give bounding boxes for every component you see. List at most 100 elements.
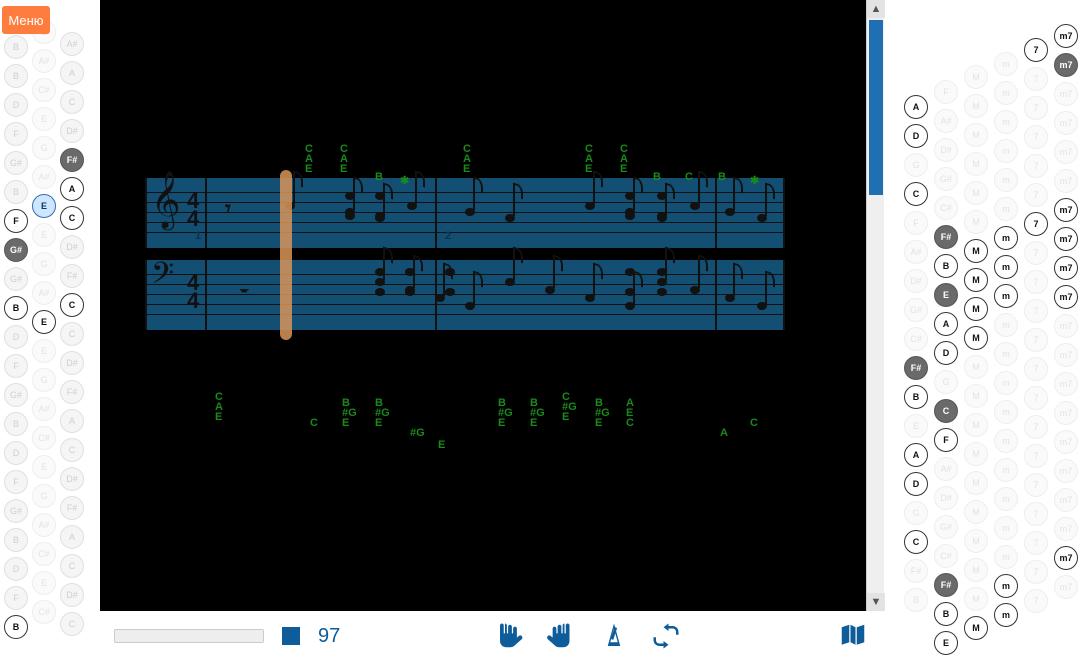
keyboard-key[interactable]: 7 [1024, 183, 1048, 207]
keyboard-key[interactable]: m [994, 284, 1018, 308]
keyboard-key[interactable]: 7 [1024, 531, 1048, 555]
keyboard-key[interactable]: B [4, 35, 28, 59]
keyboard-key[interactable]: G# [4, 151, 28, 175]
keyboard-key[interactable]: M [964, 268, 988, 292]
keyboard-key[interactable]: 7 [1024, 386, 1048, 410]
keyboard-key[interactable]: m7 [1054, 517, 1078, 541]
keyboard-key[interactable]: M [964, 616, 988, 640]
keyboard-key[interactable]: M [964, 529, 988, 553]
keyboard-key[interactable]: A# [934, 457, 958, 481]
keyboard-key[interactable]: B [4, 64, 28, 88]
keyboard-key[interactable]: m7 [1054, 575, 1078, 599]
keyboard-key[interactable]: D [4, 441, 28, 465]
keyboard-key[interactable]: G# [4, 238, 28, 262]
keyboard-key[interactable]: m [994, 545, 1018, 569]
keyboard-key[interactable]: C [60, 206, 84, 230]
keyboard-key[interactable]: F [4, 470, 28, 494]
keyboard-key[interactable]: M [964, 210, 988, 234]
keyboard-key[interactable]: E [32, 571, 56, 595]
keyboard-key[interactable]: m7 [1054, 401, 1078, 425]
keyboard-key[interactable]: G# [904, 298, 928, 322]
keyboard-key[interactable]: G [904, 153, 928, 177]
keyboard-key[interactable]: B [4, 296, 28, 320]
keyboard-key[interactable]: D [904, 124, 928, 148]
keyboard-key[interactable]: M [964, 239, 988, 263]
keyboard-key[interactable]: B [4, 412, 28, 436]
keyboard-key[interactable]: m7 [1054, 111, 1078, 135]
keyboard-key[interactable]: C# [934, 196, 958, 220]
keyboard-key[interactable]: G [32, 368, 56, 392]
keyboard-key[interactable]: A [60, 409, 84, 433]
keyboard-key[interactable]: 7 [1024, 212, 1048, 236]
keyboard-key[interactable]: m [994, 574, 1018, 598]
keyboard-key[interactable]: M [964, 123, 988, 147]
keyboard-key[interactable]: D# [60, 351, 84, 375]
keyboard-key[interactable]: D# [904, 269, 928, 293]
scroll-down-icon[interactable]: ▼ [867, 593, 885, 611]
keyboard-key[interactable]: D# [934, 138, 958, 162]
keyboard-key[interactable]: A# [934, 109, 958, 133]
keyboard-key[interactable]: m7 [1054, 140, 1078, 164]
keyboard-key[interactable]: F# [904, 356, 928, 380]
keyboard-key[interactable]: 7 [1024, 299, 1048, 323]
keyboard-key[interactable]: M [964, 471, 988, 495]
keyboard-key[interactable]: F [904, 211, 928, 235]
keyboard-key[interactable]: m [994, 52, 1018, 76]
keyboard-key[interactable]: M [964, 442, 988, 466]
keyboard-key[interactable]: 7 [1024, 154, 1048, 178]
keyboard-key[interactable]: A# [60, 32, 84, 56]
keyboard-key[interactable]: D# [60, 467, 84, 491]
keyboard-key[interactable]: E [32, 339, 56, 363]
keyboard-key[interactable]: F# [60, 264, 84, 288]
keyboard-key[interactable]: C# [32, 600, 56, 624]
keyboard-key[interactable]: F# [60, 148, 84, 172]
keyboard-key[interactable]: G [32, 252, 56, 276]
keyboard-key[interactable]: E [32, 455, 56, 479]
keyboard-key[interactable]: 7 [1024, 96, 1048, 120]
keyboard-key[interactable]: M [964, 326, 988, 350]
keyboard-key[interactable]: m [994, 168, 1018, 192]
keyboard-key[interactable]: m7 [1054, 227, 1078, 251]
keyboard-key[interactable]: M [964, 152, 988, 176]
keyboard-key[interactable]: F [4, 586, 28, 610]
keyboard-key[interactable]: E [32, 310, 56, 334]
keyboard-key[interactable]: m7 [1054, 285, 1078, 309]
keyboard-key[interactable]: m7 [1054, 82, 1078, 106]
keyboard-key[interactable]: F# [934, 573, 958, 597]
stop-button[interactable] [282, 627, 300, 645]
keyboard-key[interactable]: E [904, 414, 928, 438]
keyboard-key[interactable]: D [4, 93, 28, 117]
keyboard-key[interactable]: E [32, 194, 56, 218]
keyboard-key[interactable]: C [60, 438, 84, 462]
keyboard-key[interactable]: m [994, 603, 1018, 627]
progress-bar[interactable] [114, 629, 264, 643]
keyboard-key[interactable]: C [934, 399, 958, 423]
keyboard-key[interactable]: A# [32, 281, 56, 305]
keyboard-key[interactable]: A [934, 312, 958, 336]
keyboard-key[interactable]: F# [60, 380, 84, 404]
keyboard-key[interactable]: B [904, 385, 928, 409]
keyboard-key[interactable]: A [60, 61, 84, 85]
keyboard-key[interactable]: D# [60, 119, 84, 143]
keyboard-key[interactable]: C [60, 612, 84, 636]
keyboard-key[interactable]: M [964, 413, 988, 437]
keyboard-key[interactable]: A [60, 525, 84, 549]
keyboard-key[interactable]: C# [904, 327, 928, 351]
keyboard-key[interactable]: m7 [1054, 198, 1078, 222]
keyboard-key[interactable]: G# [4, 267, 28, 291]
keyboard-key[interactable]: m7 [1054, 53, 1078, 77]
keyboard-key[interactable]: A# [32, 397, 56, 421]
keyboard-key[interactable]: m7 [1054, 488, 1078, 512]
keyboard-key[interactable]: 7 [1024, 502, 1048, 526]
keyboard-key[interactable]: m [994, 139, 1018, 163]
scroll-thumb[interactable] [869, 20, 883, 195]
metronome-button[interactable] [597, 619, 631, 653]
keyboard-key[interactable]: A# [32, 165, 56, 189]
keyboard-key[interactable]: C# [934, 544, 958, 568]
playhead[interactable] [280, 170, 292, 340]
keyboard-key[interactable]: m7 [1054, 343, 1078, 367]
keyboard-key[interactable]: B [934, 602, 958, 626]
right-hand-button[interactable] [545, 619, 579, 653]
keyboard-key[interactable]: F [934, 428, 958, 452]
keyboard-key[interactable]: G [934, 370, 958, 394]
